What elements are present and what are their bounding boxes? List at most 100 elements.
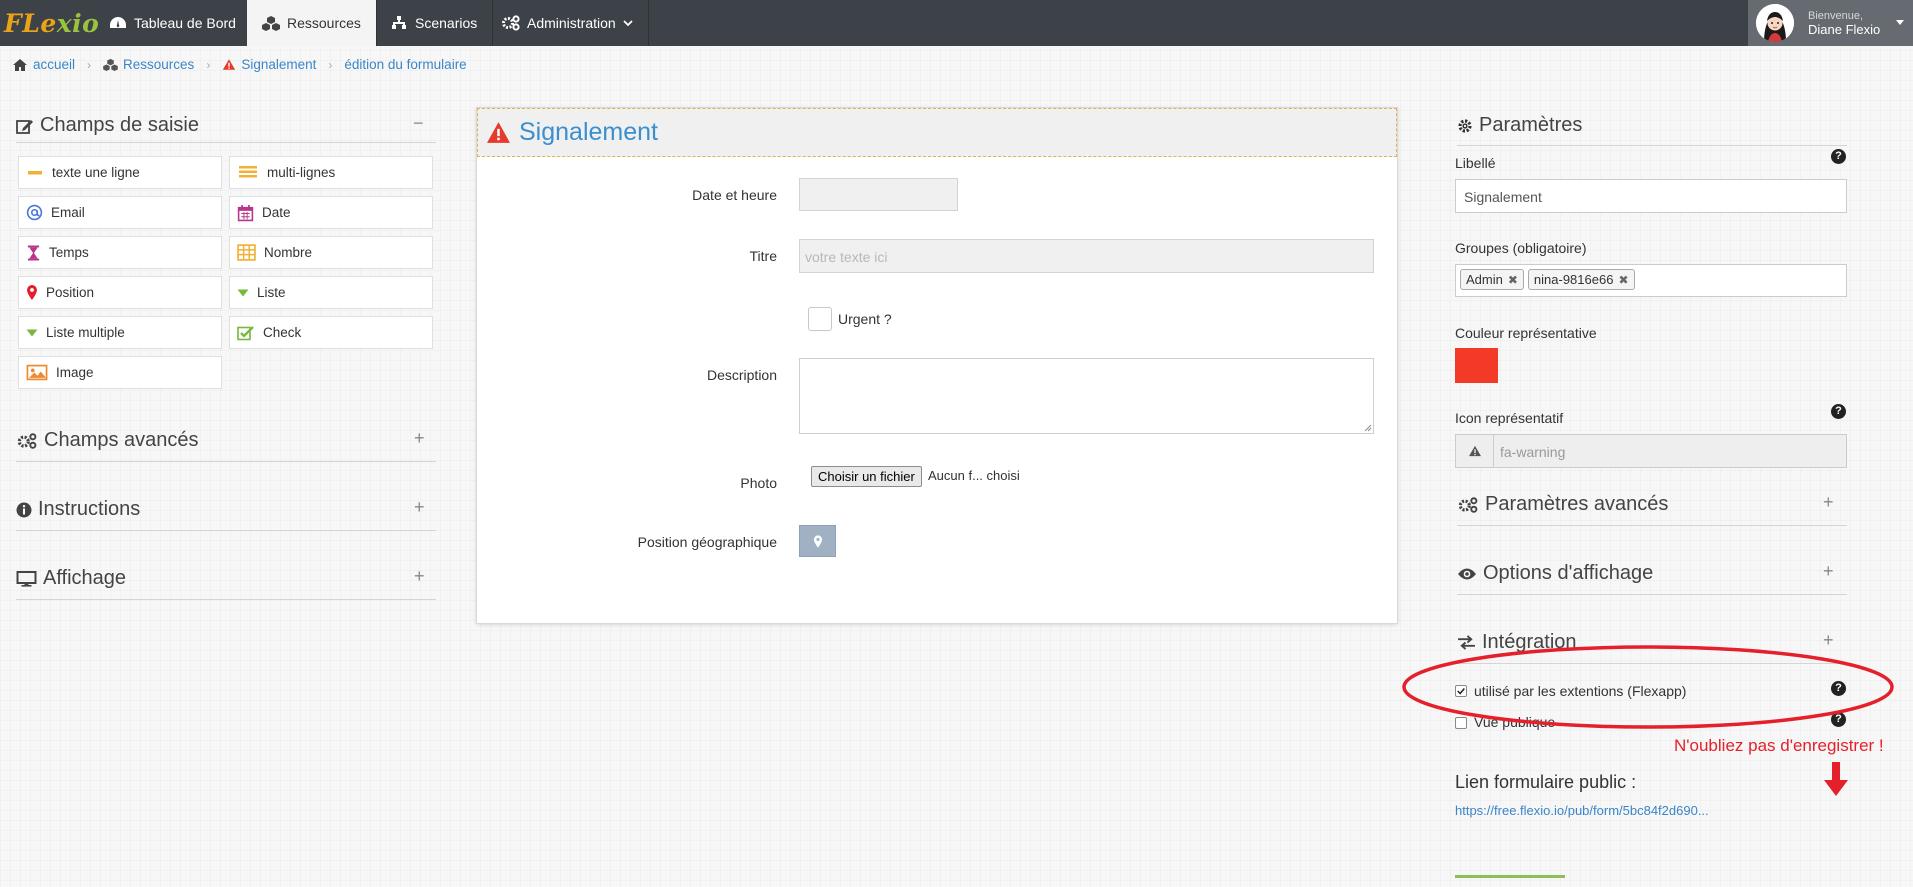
expand-advanced-fields-button[interactable]: +: [414, 428, 425, 449]
display-header[interactable]: Affichage: [16, 567, 126, 590]
nav-administration-label: Administration: [527, 15, 616, 31]
user-name: Diane Flexio: [1808, 22, 1881, 37]
date-input[interactable]: [799, 178, 958, 211]
advanced-fields-header[interactable]: Champs avancés: [16, 429, 199, 452]
nav-administration[interactable]: Administration: [487, 0, 649, 46]
icon-input-group[interactable]: fa-warning: [1455, 434, 1847, 468]
breadcrumb-form-edit[interactable]: édition du formulaire: [344, 57, 466, 72]
field-check-label: Check: [263, 325, 302, 340]
photo-label: Photo: [740, 475, 777, 491]
sitemap-icon: [392, 16, 406, 29]
breadcrumb-separator: ›: [206, 57, 211, 72]
form-title: Signalement: [519, 118, 658, 146]
help-icon[interactable]: ?: [1831, 149, 1846, 164]
save-button[interactable]: [1455, 875, 1565, 878]
libelle-input[interactable]: Signalement: [1455, 179, 1847, 213]
public-form-link[interactable]: https://free.flexio.io/pub/form/5bc84f2d…: [1455, 803, 1709, 818]
remove-tag-icon[interactable]: ✖: [1508, 273, 1518, 287]
expand-display-options-button[interactable]: +: [1823, 561, 1834, 582]
field-image[interactable]: Image: [18, 356, 222, 389]
dashboard-icon: [110, 17, 126, 28]
info-icon: [16, 502, 32, 517]
field-number[interactable]: Nombre: [229, 236, 433, 269]
eye-icon: [1458, 568, 1476, 579]
welcome-text: Bienvenue,: [1808, 10, 1864, 22]
field-position[interactable]: Position: [18, 276, 222, 309]
map-marker-icon: [813, 534, 822, 548]
field-multi-line-label: multi-lignes: [267, 165, 336, 180]
field-email[interactable]: Email: [18, 196, 222, 229]
field-check[interactable]: Check: [229, 316, 433, 349]
breadcrumb-resources[interactable]: Ressources: [103, 57, 194, 72]
title-input[interactable]: votre texte ici: [799, 239, 1374, 273]
date-label: Date et heure: [692, 187, 777, 203]
field-list-label: Liste: [257, 285, 286, 300]
logo-part-1: FLe: [4, 8, 57, 38]
group-tag: nina-9816e66 ✖: [1527, 269, 1635, 290]
cogs-icon: [502, 15, 520, 31]
input-fields-header[interactable]: Champs de saisie: [16, 114, 199, 137]
divider: [16, 142, 436, 143]
field-time[interactable]: Temps: [18, 236, 222, 269]
description-textarea[interactable]: [799, 358, 1374, 434]
file-status-text: Aucun f... choisi: [928, 468, 1020, 483]
display-options-header[interactable]: Options d'affichage: [1457, 562, 1653, 585]
divider: [16, 599, 436, 600]
field-date-label: Date: [262, 205, 291, 220]
groups-select[interactable]: Admin ✖ nina-9816e66 ✖: [1455, 264, 1847, 297]
group-tag: Admin ✖: [1460, 269, 1524, 290]
collapse-input-fields-button[interactable]: −: [413, 113, 424, 134]
geo-position-button[interactable]: [799, 525, 836, 557]
urgent-label: Urgent ?: [838, 311, 892, 327]
form-header[interactable]: Signalement: [477, 108, 1397, 157]
cubes-icon: [262, 16, 280, 31]
edit-icon: [16, 119, 33, 134]
remove-tag-icon[interactable]: ✖: [1618, 273, 1628, 287]
arrow-down-icon: [1824, 762, 1848, 796]
warning-icon: [487, 122, 510, 143]
save-reminder-annotation: N'oubliez pas d'enregistrer !: [1674, 736, 1884, 755]
field-single-line[interactable]: texte une ligne: [18, 156, 222, 189]
divider: [16, 530, 436, 531]
color-swatch[interactable]: [1455, 348, 1498, 383]
breadcrumb-home[interactable]: accueil: [12, 57, 75, 72]
map-marker-icon: [27, 285, 37, 300]
nav-resources-label: Ressources: [287, 15, 361, 31]
breadcrumb-signalement[interactable]: Signalement: [222, 57, 316, 72]
field-time-label: Temps: [49, 245, 89, 260]
user-greeting: Bienvenue, Diane Flexio: [1808, 9, 1880, 37]
field-position-label: Position: [46, 285, 95, 300]
nav-dashboard[interactable]: Tableau de Bord: [94, 0, 252, 46]
form-preview: Signalement Date et heure Titre votre te…: [476, 107, 1398, 624]
nav-scenarios-label: Scenarios: [415, 15, 478, 31]
icon-value: fa-warning: [1500, 444, 1566, 460]
help-icon[interactable]: ?: [1831, 404, 1846, 419]
annotation-ellipse: [1402, 645, 1894, 729]
choose-file-button[interactable]: Choisir un fichier: [811, 466, 922, 487]
field-multi-line[interactable]: multi-lignes: [229, 156, 433, 189]
breadcrumb-resources-label: Ressources: [123, 57, 195, 72]
divider: [16, 461, 436, 462]
field-list[interactable]: Liste: [229, 276, 433, 309]
field-multi-list[interactable]: Liste multiple: [18, 316, 222, 349]
nav-resources[interactable]: Ressources: [247, 0, 377, 46]
advanced-params-header[interactable]: Paramètres avancés: [1457, 493, 1668, 516]
flexio-logo[interactable]: FLe xio: [4, 6, 99, 40]
urgent-checkbox[interactable]: [808, 307, 832, 331]
warning-icon: [1468, 445, 1481, 457]
breadcrumb-separator: ›: [328, 57, 333, 72]
caret-down-icon: [1896, 20, 1904, 25]
nav-scenarios[interactable]: Scenarios: [375, 0, 494, 46]
cogs-icon: [17, 433, 37, 449]
expand-instructions-button[interactable]: +: [414, 497, 425, 518]
field-date[interactable]: Date: [229, 196, 433, 229]
user-menu[interactable]: Bienvenue, Diane Flexio: [1748, 0, 1913, 46]
instructions-header[interactable]: Instructions: [16, 498, 140, 521]
field-multi-list-label: Liste multiple: [46, 325, 125, 340]
expand-advanced-params-button[interactable]: +: [1823, 492, 1834, 513]
picture-icon: [26, 364, 48, 381]
resize-handle-icon[interactable]: [1364, 424, 1372, 432]
breadcrumb-home-label: accueil: [33, 57, 76, 72]
expand-display-button[interactable]: +: [414, 566, 425, 587]
desktop-icon: [16, 570, 37, 587]
